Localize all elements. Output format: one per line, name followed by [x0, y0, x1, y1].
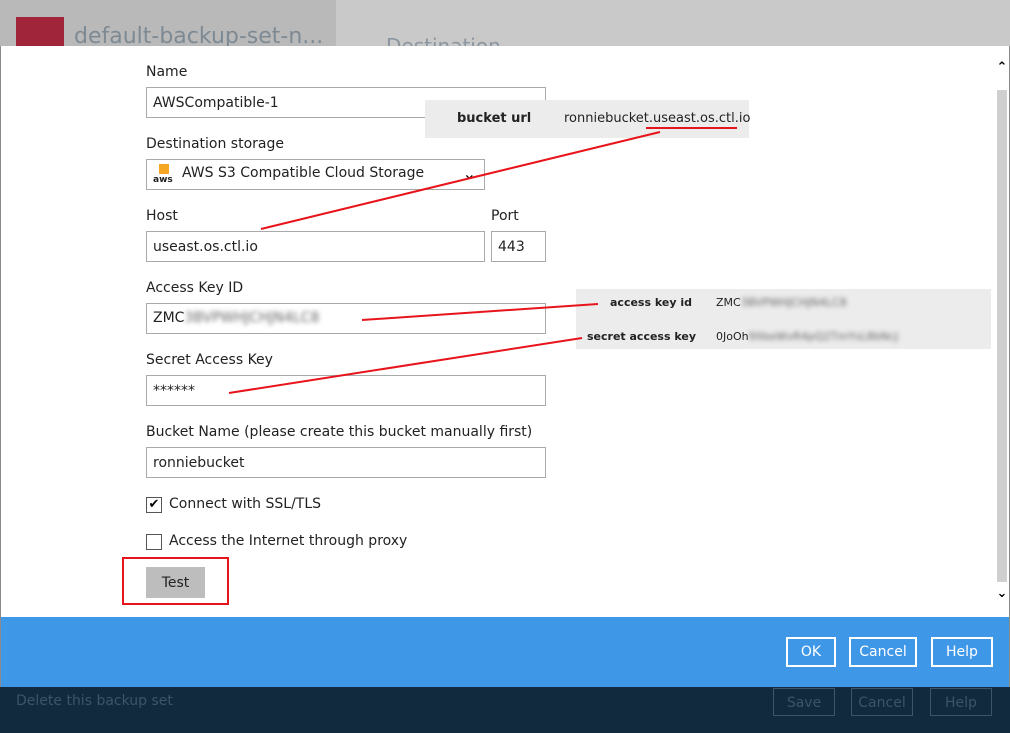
host-pointer-line — [260, 131, 661, 230]
access-key-pointer-line — [361, 303, 599, 321]
secret-key-pointer-line — [228, 337, 583, 394]
annotation-lines — [228, 127, 737, 394]
